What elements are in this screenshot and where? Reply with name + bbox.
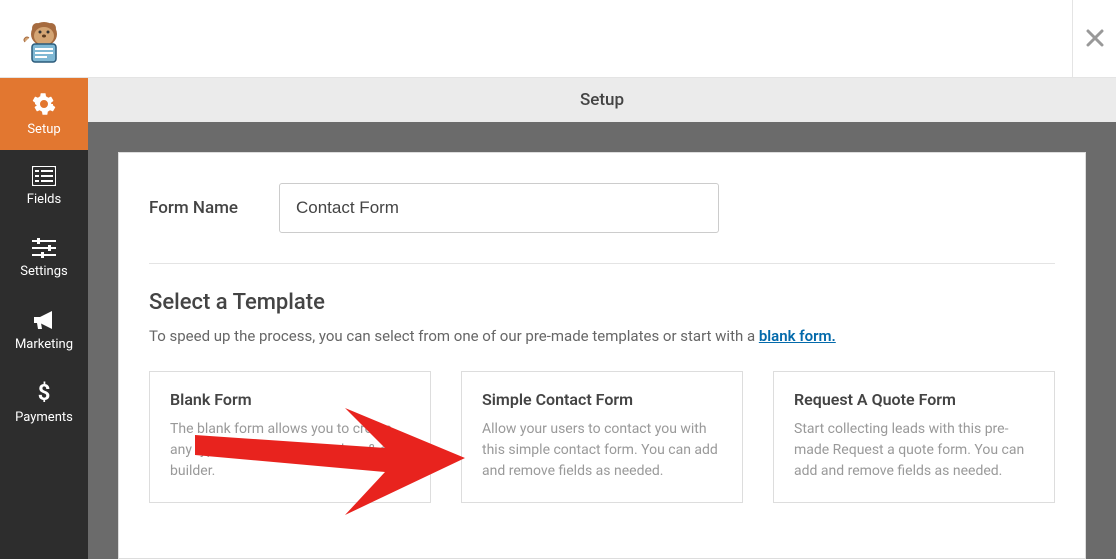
sidebar-item-payments[interactable]: $ Payments [0, 366, 88, 438]
sidebar-item-marketing[interactable]: Marketing [0, 294, 88, 366]
dollar-icon: $ [36, 380, 52, 404]
template-card-description: Allow your users to contact you with thi… [482, 419, 722, 482]
wpforms-logo [0, 0, 88, 78]
form-name-label: Form Name [149, 198, 249, 218]
sidebar: Setup Fields [0, 78, 88, 559]
list-icon [32, 166, 56, 186]
template-card-title: Request A Quote Form [794, 390, 1034, 409]
close-button[interactable] [1072, 0, 1116, 78]
sidebar-item-label: Settings [20, 264, 67, 279]
template-card-description: Start collecting leads with this pre-mad… [794, 419, 1034, 482]
sidebar-item-settings[interactable]: Settings [0, 222, 88, 294]
sidebar-item-label: Payments [15, 410, 73, 425]
blank-form-link[interactable]: blank form. [759, 327, 836, 345]
gear-icon [32, 92, 56, 116]
template-card-title: Blank Form [170, 390, 410, 409]
template-card-simple-contact-form[interactable]: Simple Contact Form Allow your users to … [461, 371, 743, 503]
template-card-request-quote-form[interactable]: Request A Quote Form Start collecting le… [773, 371, 1055, 503]
megaphone-icon [32, 309, 56, 331]
close-icon [1086, 25, 1104, 53]
sliders-icon [32, 238, 56, 258]
sidebar-item-label: Fields [27, 192, 61, 207]
template-section-title: Select a Template [149, 290, 1055, 315]
svg-text:$: $ [38, 381, 51, 404]
form-name-input[interactable] [279, 183, 719, 233]
page-title: Setup [88, 78, 1116, 122]
template-card-blank-form[interactable]: Blank Form The blank form allows you to … [149, 371, 431, 503]
template-card-description: The blank form allows you to create any … [170, 419, 410, 482]
sidebar-item-fields[interactable]: Fields [0, 150, 88, 222]
sidebar-item-setup[interactable]: Setup [0, 78, 88, 150]
template-card-title: Simple Contact Form [482, 390, 722, 409]
sidebar-item-label: Setup [27, 122, 60, 137]
sidebar-item-label: Marketing [15, 337, 73, 352]
template-section-description: To speed up the process, you can select … [149, 327, 1055, 345]
